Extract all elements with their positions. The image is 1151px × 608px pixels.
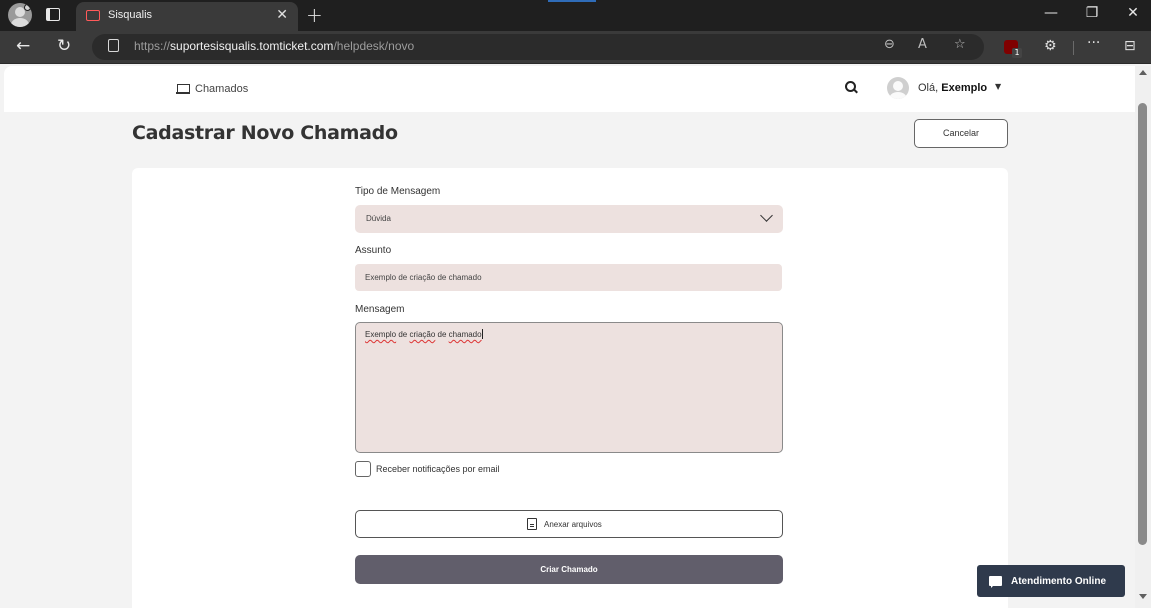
scroll-up-icon[interactable] [1139,70,1147,75]
create-ticket-button[interactable]: Criar Chamado [355,555,783,584]
profile-avatar-icon[interactable] [8,3,32,27]
address-bar[interactable]: https://suportesisqualis.tomticket.com/h… [92,34,984,60]
notify-label[interactable]: Receber notificações por email [376,464,500,474]
tipo-label: Tipo de Mensagem [355,186,441,197]
online-support-button[interactable]: Atendimento Online [977,565,1125,597]
mensagem-label: Mensagem [355,304,405,315]
sidebar-toggle-icon[interactable]: ⊟ [1124,38,1136,54]
mensagem-textarea[interactable]: Exemplo de criação de chamado [355,322,783,453]
browser-toolbar: ← ↻ https://suportesisqualis.tomticket.c… [0,31,1151,64]
toolbar-divider [1073,41,1074,55]
nav-chamados-link[interactable]: Chamados [176,83,248,95]
favorite-star-icon[interactable]: ☆ [954,37,966,52]
read-aloud-icon[interactable]: A [918,37,927,52]
tab-close-icon[interactable]: ✕ [276,7,288,23]
tab-title: Sisqualis [108,9,153,21]
assunto-input[interactable]: Exemplo de criação de chamado [355,264,782,291]
tab-actions-icon[interactable] [46,8,60,21]
mensagem-value: Exemplo de criação de chamado [365,329,483,339]
site-info-icon[interactable] [108,39,119,52]
url-text[interactable]: https://suportesisqualis.tomticket.com/h… [134,39,414,53]
restore-icon[interactable]: ❐ [1077,5,1107,21]
tipo-select[interactable]: Dúvida [355,205,783,233]
user-avatar[interactable] [887,77,909,99]
attach-files-button[interactable]: Anexar arquivos [355,510,783,538]
new-tab-icon[interactable]: + [306,3,323,27]
scroll-down-icon[interactable] [1139,594,1147,599]
caret-down-icon[interactable]: ▼ [995,82,1001,91]
assunto-value: Exemplo de criação de chamado [365,273,482,282]
browser-tab[interactable]: Sisqualis ✕ [76,2,298,31]
notify-checkbox[interactable] [355,461,371,477]
refresh-icon[interactable]: ↻ [57,36,71,56]
extension-badge: 1 [1012,48,1022,58]
tab-favicon-icon [86,10,100,21]
titlebar-accent [548,0,596,2]
user-greeting[interactable]: Olá, Exemplo [918,82,987,94]
page-viewport: Chamados Olá, Exemplo ▼ Cadastrar Novo C… [4,66,1135,608]
search-icon[interactable] [844,80,858,94]
browser-titlebar: Sisqualis ✕ + — ❐ ✕ [0,0,1151,31]
user-name: Exemplo [941,82,988,94]
extensions-icon[interactable]: ⚙ [1044,38,1057,54]
scrollbar-thumb[interactable] [1138,103,1147,545]
more-menu-icon[interactable]: ··· [1087,35,1100,51]
assunto-label: Assunto [355,245,392,256]
close-window-icon[interactable]: ✕ [1118,5,1148,21]
back-arrow-icon[interactable]: ← [16,36,30,56]
attach-label: Anexar arquivos [544,519,602,529]
site-header: Chamados Olá, Exemplo ▼ [4,66,1135,112]
file-icon [527,518,537,530]
zoom-icon[interactable]: ⊖ [884,37,895,52]
minimize-icon[interactable]: — [1036,5,1066,21]
chat-bubble-icon [989,576,1002,588]
online-support-label: Atendimento Online [1011,575,1106,587]
nav-chamados-label: Chamados [195,83,249,95]
tipo-value: Dúvida [366,214,391,223]
form-card: Tipo de Mensagem Dúvida Assunto Exemplo … [132,168,1008,608]
laptop-icon [176,84,190,94]
text-caret [481,329,483,339]
cancel-button[interactable]: Cancelar [914,119,1008,148]
page-title: Cadastrar Novo Chamado [132,122,398,144]
page-scrollbar[interactable] [1135,66,1151,608]
chevron-down-icon [760,209,773,222]
